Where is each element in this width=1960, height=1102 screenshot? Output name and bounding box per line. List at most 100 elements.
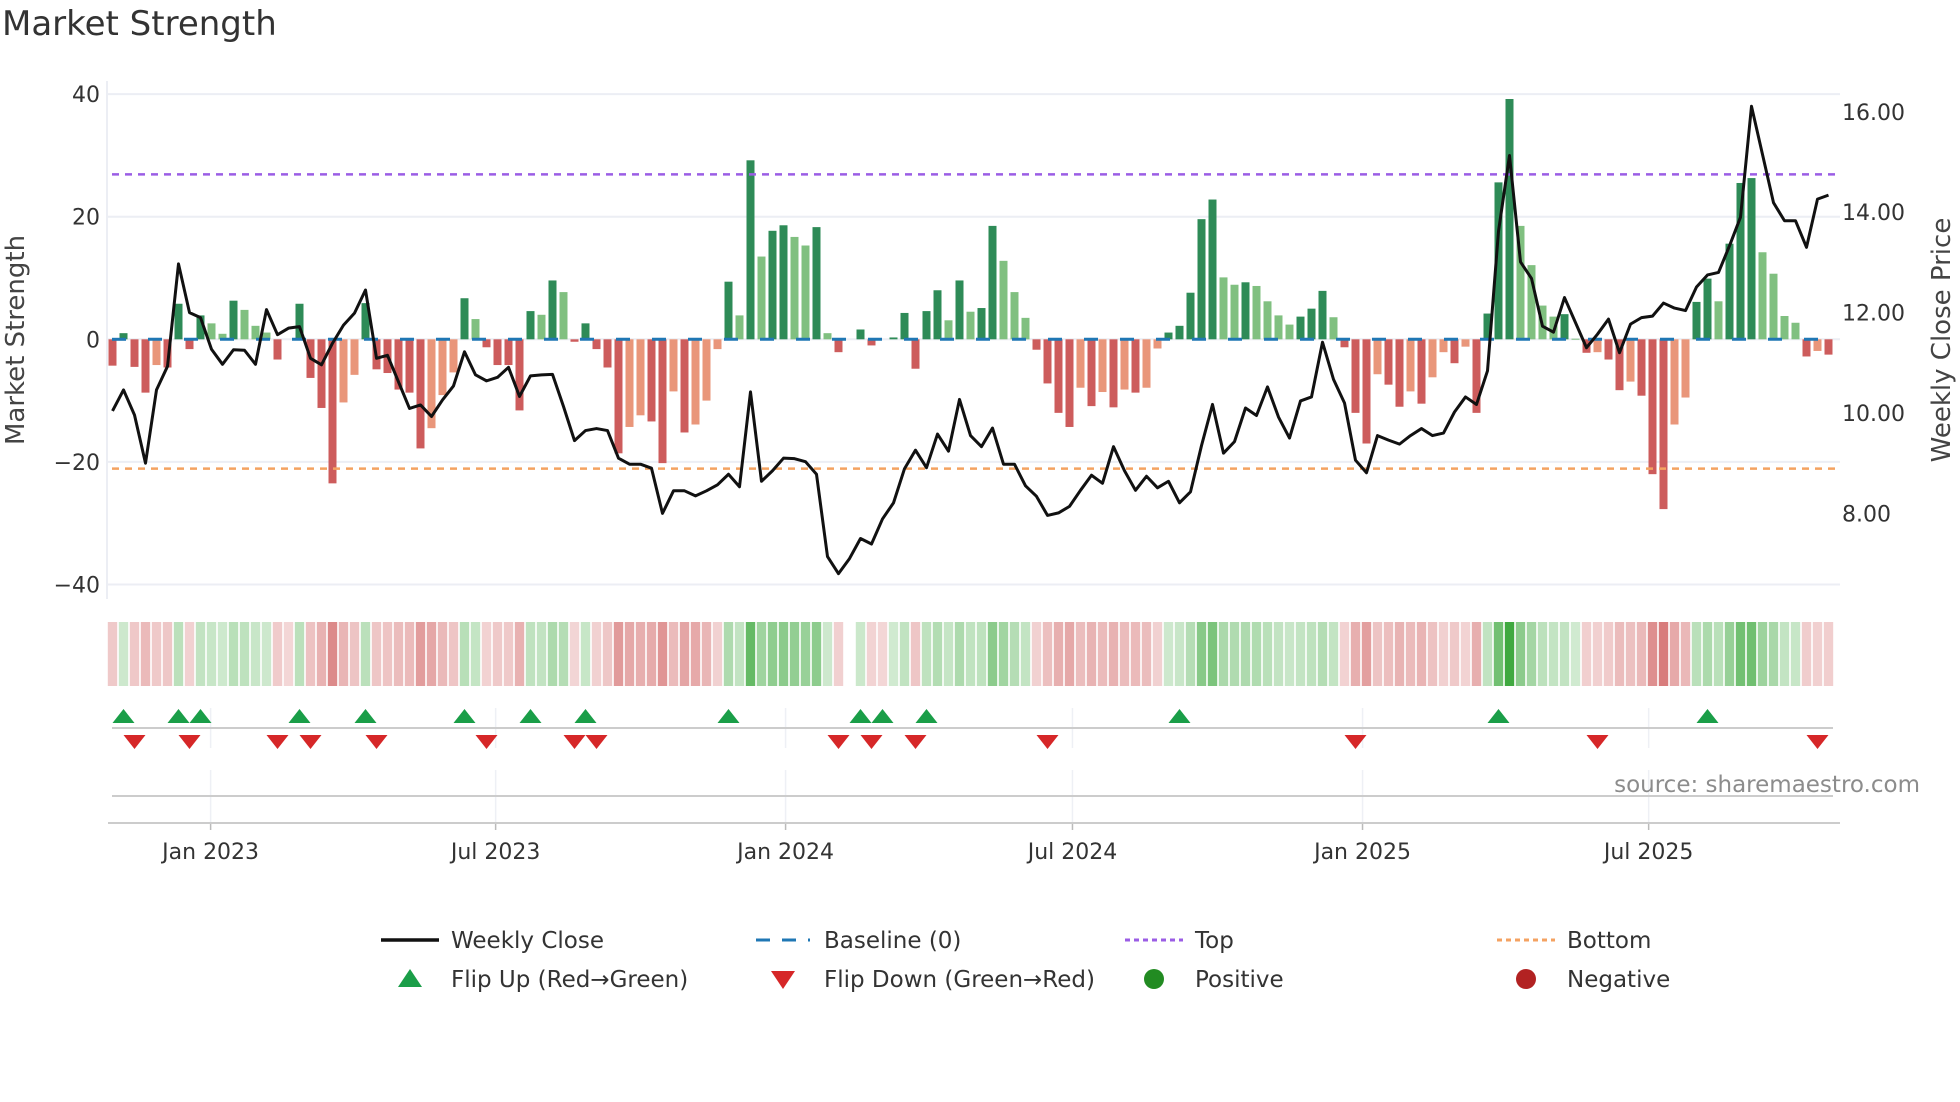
strip-cell bbox=[1669, 622, 1680, 686]
strip-cell bbox=[1130, 622, 1141, 686]
triangle-down-icon bbox=[771, 971, 795, 989]
strip-cell bbox=[789, 622, 800, 686]
strip-cell bbox=[1812, 622, 1823, 686]
flip-down-marker bbox=[299, 735, 322, 749]
strength-bar bbox=[339, 339, 348, 403]
flip-up-marker bbox=[519, 709, 542, 723]
strip-cell bbox=[1570, 622, 1581, 686]
strength-bar bbox=[1560, 314, 1569, 340]
strip-cell bbox=[294, 622, 305, 686]
strength-bar bbox=[515, 339, 524, 411]
strip-cell bbox=[1581, 622, 1592, 686]
strip-cell bbox=[283, 622, 294, 686]
strength-bar bbox=[1219, 277, 1228, 340]
strip-cell bbox=[415, 622, 426, 686]
strip-cell bbox=[1185, 622, 1196, 686]
strength-bar bbox=[812, 227, 821, 340]
y-tick-label: 20 bbox=[72, 206, 100, 231]
strength-bar bbox=[680, 339, 689, 433]
flip-down-marker bbox=[475, 735, 498, 749]
strength-bar bbox=[240, 309, 249, 340]
strength-bar bbox=[900, 312, 909, 340]
strip-cell bbox=[1218, 622, 1229, 686]
flip-down-marker bbox=[827, 735, 850, 749]
legend-item: Bottom bbox=[1497, 928, 1651, 954]
flip-down-marker bbox=[266, 735, 289, 749]
strength-bar bbox=[1384, 339, 1393, 385]
strength-bar bbox=[669, 339, 678, 392]
strip-cell bbox=[1647, 622, 1658, 686]
strength-bar bbox=[570, 339, 579, 342]
strength-bar bbox=[581, 323, 590, 340]
strip-cell bbox=[613, 622, 624, 686]
strength-bar bbox=[493, 339, 502, 366]
strip-cell bbox=[514, 622, 525, 686]
strip-cell bbox=[173, 622, 184, 686]
strip-cell bbox=[393, 622, 404, 686]
strength-bar bbox=[768, 230, 777, 340]
strip-cell bbox=[1097, 622, 1108, 686]
strength-bar bbox=[625, 339, 634, 427]
strip-cell bbox=[668, 622, 679, 686]
strength-bar bbox=[1747, 178, 1756, 340]
strength-bar bbox=[911, 339, 920, 369]
strip-cell bbox=[107, 622, 118, 686]
strip-cell bbox=[723, 622, 734, 686]
legend-label: Bottom bbox=[1567, 928, 1651, 954]
source-label: source: sharemaestro.com bbox=[1614, 772, 1920, 798]
y-tick-label: −40 bbox=[54, 574, 100, 599]
strength-bar bbox=[1461, 339, 1470, 347]
flip-down-marker bbox=[1806, 735, 1829, 749]
strength-bar bbox=[1417, 339, 1426, 404]
x-tick-label: Jan 2024 bbox=[735, 840, 834, 865]
strip-cell bbox=[382, 622, 393, 686]
strength-bar bbox=[1109, 339, 1118, 408]
strength-bar bbox=[988, 225, 997, 340]
circle-icon bbox=[1144, 969, 1164, 989]
strength-bar bbox=[1802, 339, 1811, 357]
strip-cell bbox=[1790, 622, 1801, 686]
strip-cell bbox=[470, 622, 481, 686]
strip-cell bbox=[151, 622, 162, 686]
strip-cell bbox=[184, 622, 195, 686]
strip-cell bbox=[1361, 622, 1372, 686]
strip-cell bbox=[1537, 622, 1548, 686]
strength-bar bbox=[460, 298, 469, 340]
y-tick-label: 0 bbox=[86, 328, 100, 353]
strip-cell bbox=[426, 622, 437, 686]
strength-bar bbox=[1813, 339, 1822, 351]
strip-cell bbox=[338, 622, 349, 686]
y2-tick-label: 14.00 bbox=[1842, 201, 1905, 226]
strip-cell bbox=[536, 622, 547, 686]
strip-cell bbox=[701, 622, 712, 686]
strength-bar bbox=[1362, 339, 1371, 444]
strip-cell bbox=[1427, 622, 1438, 686]
strip-cell bbox=[1207, 622, 1218, 686]
strength-bar bbox=[1186, 292, 1195, 340]
market-strength-chart: 40 20 0 −20 −40 16.00 14.00 12.00 10.00 8.00 Marke… bbox=[1, 81, 1957, 993]
strip-cell bbox=[349, 622, 360, 686]
legend-item: Weekly Close bbox=[381, 928, 604, 954]
strength-bar bbox=[317, 339, 326, 408]
strength-bar bbox=[603, 339, 612, 368]
strip-cell bbox=[580, 622, 591, 686]
strength-bar bbox=[1197, 219, 1206, 340]
strength-bar bbox=[1252, 285, 1261, 340]
strength-bar bbox=[416, 339, 425, 449]
strip-cell bbox=[822, 622, 833, 686]
strength-bar bbox=[779, 225, 788, 340]
strength-bar bbox=[1681, 339, 1690, 398]
strip-cell bbox=[547, 622, 558, 686]
strength-bar bbox=[405, 339, 414, 393]
strength-bar bbox=[449, 339, 458, 373]
strip-cell bbox=[1460, 622, 1471, 686]
strip-cell bbox=[1262, 622, 1273, 686]
y2-axis-title: Weekly Close Price bbox=[1927, 218, 1957, 463]
strip-cell bbox=[1284, 622, 1295, 686]
strength-bar bbox=[1505, 99, 1514, 340]
flip-up-marker bbox=[915, 709, 938, 723]
strength-bar bbox=[1054, 339, 1063, 413]
strip-cell bbox=[1746, 622, 1757, 686]
strip-cell bbox=[954, 622, 965, 686]
strip-cell bbox=[448, 622, 459, 686]
